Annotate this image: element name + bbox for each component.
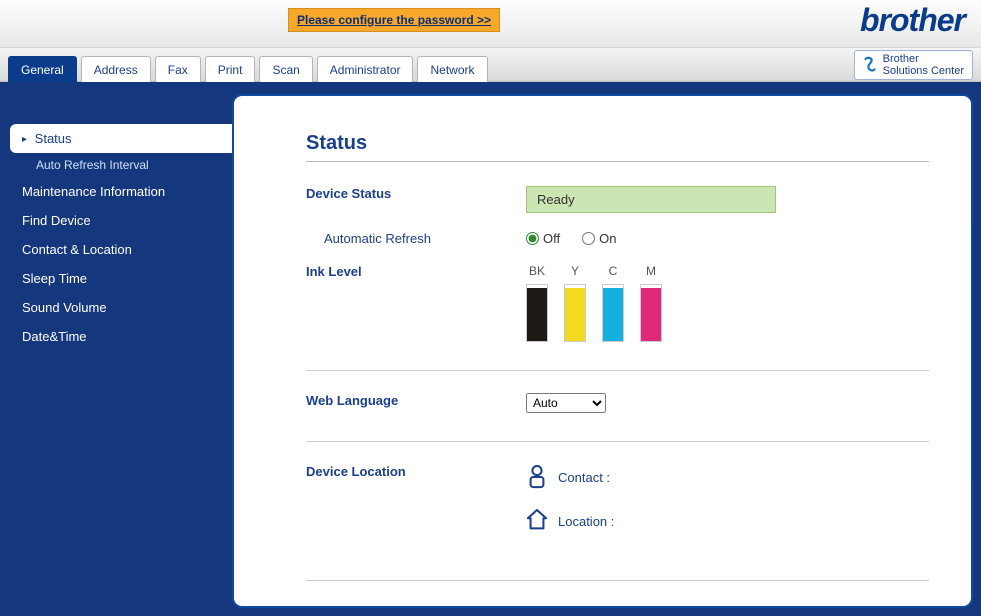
tab-address[interactable]: Address — [81, 56, 151, 82]
auto-refresh-label: Automatic Refresh — [306, 231, 526, 246]
device-status-value: Ready — [526, 186, 776, 213]
ink-bar-c — [602, 284, 624, 342]
configure-password-link[interactable]: Please configure the password >> — [288, 8, 500, 32]
auto-refresh-off-radio[interactable] — [526, 232, 539, 245]
sidebar-item-maintenance-information[interactable]: Maintenance Information — [0, 177, 232, 206]
row-device-location: Device Location Contact : — [306, 464, 929, 552]
sidebar-item-auto-refresh-interval[interactable]: Auto Refresh Interval — [0, 153, 232, 177]
device-location-label: Device Location — [306, 464, 526, 479]
ink-col-c: C — [602, 264, 624, 342]
solutions-center-text: Brother Solutions Center — [883, 53, 964, 77]
tab-bar: General Address Fax Print Scan Administr… — [0, 48, 981, 82]
web-language-select[interactable]: Auto — [526, 393, 606, 413]
house-icon — [526, 508, 548, 534]
row-web-language: Web Language Auto — [306, 393, 929, 413]
ink-name-y: Y — [571, 264, 579, 278]
tab-network[interactable]: Network — [417, 56, 487, 82]
ink-cells: BK Y C M — [526, 264, 929, 342]
tab-administrator[interactable]: Administrator — [317, 56, 414, 82]
sidebar-item-status[interactable]: Status — [10, 124, 232, 153]
sidebar-item-date-time[interactable]: Date&Time — [0, 322, 232, 351]
auto-refresh-off-option[interactable]: Off — [526, 231, 560, 246]
divider — [306, 370, 929, 371]
ink-name-m: M — [646, 264, 656, 278]
solutions-center-line2: Solutions Center — [883, 65, 964, 77]
tab-print[interactable]: Print — [205, 56, 256, 82]
top-banner: Please configure the password >> brother — [0, 0, 981, 48]
device-status-label: Device Status — [306, 186, 526, 201]
ink-level-label: Ink Level — [306, 264, 526, 279]
row-ink-level: Ink Level BK Y C — [306, 264, 929, 342]
ink-name-c: C — [609, 264, 618, 278]
contact-label: Contact : — [558, 470, 610, 485]
web-language-label: Web Language — [306, 393, 526, 408]
auto-refresh-on-option[interactable]: On — [582, 231, 616, 246]
sidebar-item-sound-volume[interactable]: Sound Volume — [0, 293, 232, 322]
ink-name-bk: BK — [529, 264, 545, 278]
ink-col-m: M — [640, 264, 662, 342]
divider — [306, 441, 929, 442]
page-title: Status — [306, 132, 929, 162]
ink-bar-m — [640, 284, 662, 342]
tab-scan[interactable]: Scan — [259, 56, 312, 82]
sidebar-item-find-device[interactable]: Find Device — [0, 206, 232, 235]
auto-refresh-on-label: On — [599, 231, 616, 246]
person-icon — [526, 464, 548, 490]
sidebar-item-sleep-time[interactable]: Sleep Time — [0, 264, 232, 293]
sidebar-item-contact-location[interactable]: Contact & Location — [0, 235, 232, 264]
ink-col-y: Y — [564, 264, 586, 342]
auto-refresh-radio-group: Off On — [526, 231, 929, 246]
auto-refresh-on-radio[interactable] — [582, 232, 595, 245]
row-device-status: Device Status Ready — [306, 186, 929, 213]
solutions-center-line1: Brother — [883, 53, 919, 65]
location-label: Location : — [558, 514, 614, 529]
ink-col-bk: BK — [526, 264, 548, 342]
location-row[interactable]: Location : — [526, 508, 929, 534]
sidebar-item-label: Status — [35, 131, 72, 146]
sidebar: Status Auto Refresh Interval Maintenance… — [0, 82, 232, 616]
divider — [306, 580, 929, 581]
ink-bar-bk — [526, 284, 548, 342]
contact-row[interactable]: Contact : — [526, 464, 929, 490]
solutions-center-link[interactable]: Brother Solutions Center — [854, 50, 973, 80]
auto-refresh-off-label: Off — [543, 231, 560, 246]
content-wrap: Status Device Status Ready Automatic Ref… — [232, 82, 981, 616]
brother-logo: brother — [860, 2, 965, 39]
content-panel: Status Device Status Ready Automatic Ref… — [232, 94, 973, 608]
main-area: Status Auto Refresh Interval Maintenance… — [0, 82, 981, 616]
solutions-center-icon — [861, 56, 879, 74]
ink-bar-y — [564, 284, 586, 342]
tab-fax[interactable]: Fax — [155, 56, 201, 82]
row-auto-refresh: Automatic Refresh Off On — [306, 231, 929, 246]
tab-general[interactable]: General — [8, 56, 77, 82]
